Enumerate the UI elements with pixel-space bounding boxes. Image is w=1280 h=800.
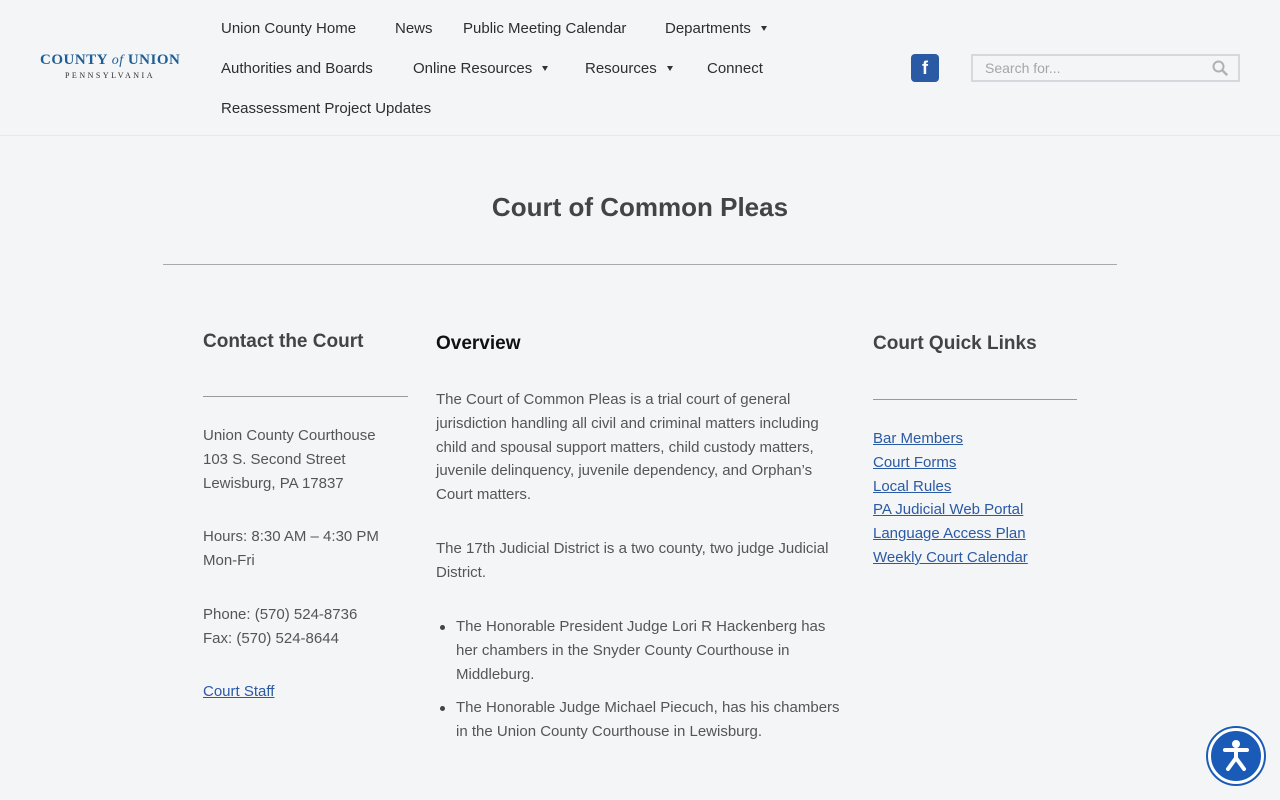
search-icon[interactable]	[1212, 60, 1228, 76]
quick-links-divider	[873, 399, 1077, 400]
quick-link-weekly-court-calendar[interactable]: Weekly Court Calendar	[873, 546, 1093, 570]
address-line-2: 103 S. Second Street	[203, 450, 346, 468]
quick-link-court-forms[interactable]: Court Forms	[873, 451, 1093, 475]
logo-union: UNION	[127, 52, 181, 68]
quick-links-list: Bar Members Court Forms Local Rules PA J…	[873, 427, 1093, 570]
quick-link-local-rules[interactable]: Local Rules	[873, 475, 1093, 499]
hours-line-1: Hours: 8:30 AM – 4:30 PM	[203, 528, 379, 545]
quick-link-pa-judicial-web-portal[interactable]: PA Judicial Web Portal	[873, 498, 1093, 522]
quick-links-heading: Court Quick Links	[873, 333, 1037, 354]
contact-heading: Contact the Court	[203, 331, 364, 352]
nav-departments-label: Departments	[665, 19, 751, 37]
caret-down-icon	[666, 65, 673, 71]
nav-connect[interactable]: Connect	[707, 58, 763, 78]
logo-of: of	[111, 53, 124, 68]
address-line-1: Union County Courthouse	[203, 427, 376, 444]
caret-down-icon	[542, 65, 549, 71]
accessibility-button[interactable]	[1208, 728, 1264, 784]
search-box	[971, 54, 1240, 82]
logo-state: PENNSYLVANIA	[64, 71, 155, 80]
overview-heading: Overview	[436, 333, 521, 354]
nav-news[interactable]: News	[395, 18, 433, 38]
site-header: COUNTY of UNION PENNSYLVANIA Union Count…	[0, 0, 1280, 136]
nav-authorities-and-boards[interactable]: Authorities and Boards	[221, 58, 373, 78]
overview-paragraph-1: The Court of Common Pleas is a trial cou…	[436, 391, 819, 504]
court-staff-link[interactable]: Court Staff	[203, 680, 423, 704]
nav-union-county-home[interactable]: Union County Home	[221, 18, 356, 38]
accessibility-icon	[1223, 740, 1249, 771]
judges-list: The Honorable President Judge Lori R Hac…	[436, 615, 846, 754]
contact-phone-fax: Phone: (570) 524-8736 Fax: (570) 524-864…	[203, 603, 423, 651]
court-staff-container: Court Staff	[203, 680, 423, 704]
quick-link-language-access-plan[interactable]: Language Access Plan	[873, 522, 1093, 546]
contact-address: Union County Courthouse 103 S. Second St…	[203, 424, 423, 495]
nav-online-resources[interactable]: Online Resources	[413, 58, 549, 78]
phone-number: Phone: (570) 524-8736	[203, 606, 358, 623]
contact-divider	[203, 396, 408, 397]
caret-down-icon	[760, 25, 767, 31]
county-logo[interactable]: COUNTY of UNION PENNSYLVANIA	[40, 52, 180, 84]
title-divider	[163, 264, 1117, 265]
logo-county: COUNTY	[40, 52, 108, 68]
overview-paragraph-2: The 17th Judicial District is a two coun…	[436, 540, 829, 581]
nav-reassessment-project-updates[interactable]: Reassessment Project Updates	[221, 98, 431, 118]
nav-resources-label: Resources	[585, 59, 657, 77]
list-item: The Honorable Judge Michael Piecuch, has…	[436, 696, 846, 744]
list-item: The Honorable President Judge Lori R Hac…	[436, 615, 846, 686]
search-input[interactable]	[973, 56, 1203, 80]
nav-departments[interactable]: Departments	[665, 18, 767, 38]
nav-online-resources-label: Online Resources	[413, 59, 533, 77]
facebook-icon[interactable]: f	[911, 54, 939, 82]
fax-number: Fax: (570) 524-8644	[203, 629, 339, 647]
nav-resources[interactable]: Resources	[585, 58, 673, 78]
address-line-3: Lewisburg, PA 17837	[203, 474, 344, 492]
page-title: Court of Common Pleas	[491, 192, 789, 222]
contact-hours: Hours: 8:30 AM – 4:30 PM Mon-Fri	[203, 525, 423, 573]
hours-line-2: Mon-Fri	[203, 551, 255, 569]
nav-public-meeting-calendar[interactable]: Public Meeting Calendar	[463, 18, 626, 38]
quick-link-bar-members[interactable]: Bar Members	[873, 427, 1093, 451]
